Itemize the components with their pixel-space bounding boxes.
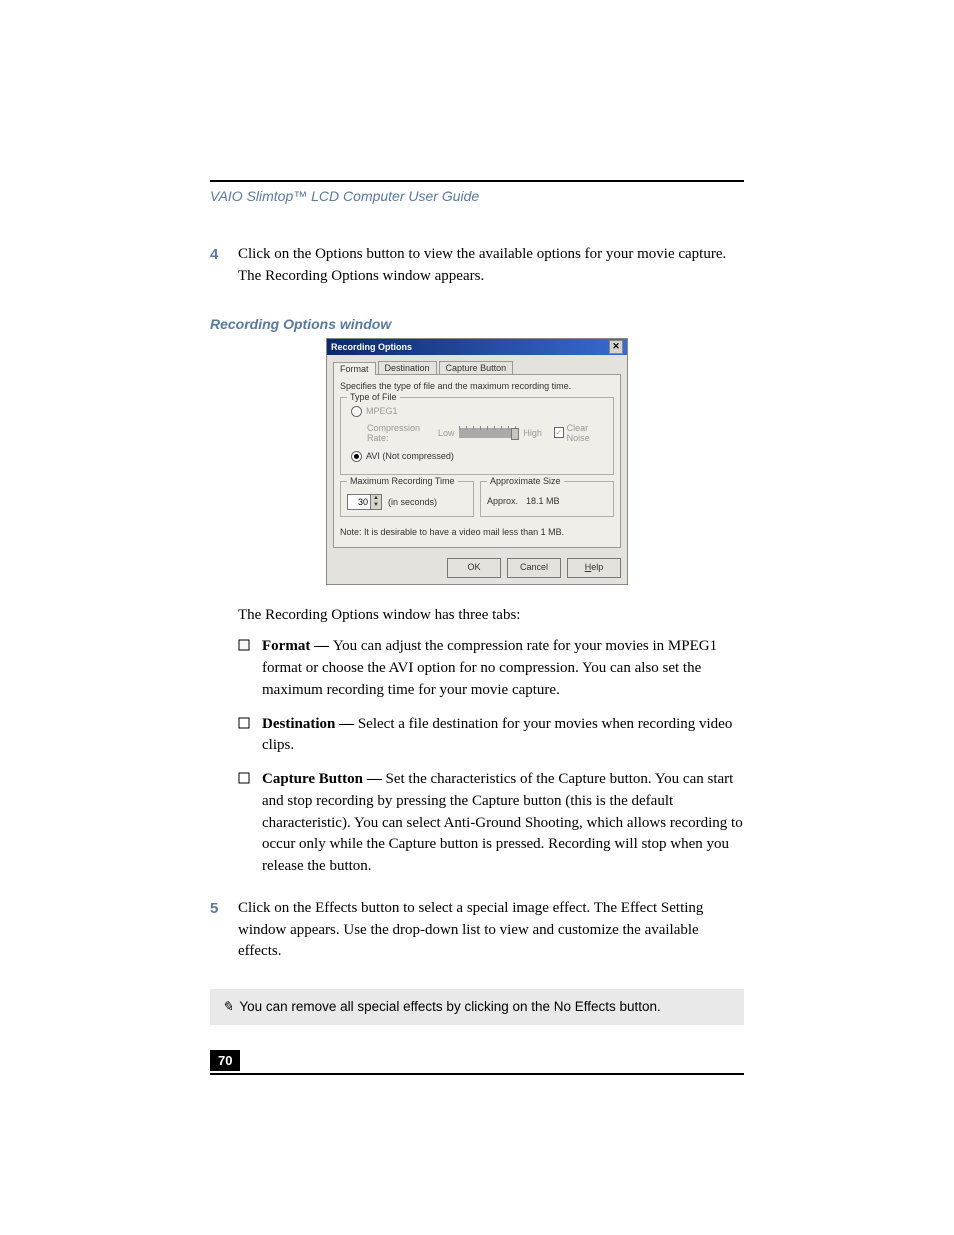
info-note-text: You can remove all special effects by cl… [239, 999, 661, 1014]
compression-high: High [523, 428, 542, 438]
compression-label: Compression Rate: [367, 423, 434, 443]
bullet-format-title: Format — [262, 638, 333, 654]
clear-noise-checkbox[interactable]: ✓ [554, 427, 564, 438]
radio-mpeg1[interactable] [351, 406, 362, 417]
compression-row: Compression Rate: Low High ✓ Clear Noise [367, 423, 607, 443]
tab-capture-button[interactable]: Capture Button [439, 361, 514, 374]
bottom-rule [210, 1073, 744, 1075]
list-item: Destination — Select a file destination … [238, 714, 744, 758]
recording-options-dialog: Recording Options ✕ Format Destination C… [326, 338, 628, 585]
radio-avi-row[interactable]: AVI (Not compressed) [351, 451, 607, 462]
bullet-icon [238, 714, 262, 758]
top-rule [210, 180, 744, 182]
bullet-destination-title: Destination — [262, 716, 358, 732]
screenshot-caption: Recording Options window [210, 316, 744, 332]
spinner-up-icon[interactable]: ▲ [370, 495, 381, 502]
bullet-capture-title: Capture Button — [262, 771, 386, 787]
close-icon[interactable]: ✕ [609, 340, 623, 354]
radio-avi-label: AVI (Not compressed) [366, 451, 454, 461]
list-item: Capture Button — Set the characteristics… [238, 769, 744, 878]
cancel-button[interactable]: Cancel [507, 558, 561, 578]
list-item: Format — You can adjust the compression … [238, 636, 744, 701]
page-footer: 70 [210, 1050, 744, 1075]
slider-thumb-icon[interactable] [511, 428, 519, 440]
dialog-titlebar: Recording Options ✕ [327, 339, 627, 355]
clear-noise-row[interactable]: ✓ Clear Noise [554, 423, 607, 443]
step-5-number: 5 [210, 898, 238, 963]
radio-mpeg1-label: MPEG1 [366, 406, 398, 416]
radio-avi[interactable] [351, 451, 362, 462]
format-description: Specifies the type of file and the maxim… [340, 381, 614, 391]
group-label-type: Type of File [347, 392, 400, 402]
guide-title: VAIO Slimtop™ LCD Computer User Guide [210, 188, 744, 204]
radio-mpeg1-row[interactable]: MPEG1 [351, 406, 607, 417]
tab-destination[interactable]: Destination [378, 361, 437, 374]
tabstrip: Format Destination Capture Button [333, 361, 621, 375]
info-note-box: ✎ You can remove all special effects by … [210, 989, 744, 1025]
dialog-title: Recording Options [331, 342, 609, 352]
approx-prefix: Approx. [487, 496, 518, 506]
page-number: 70 [210, 1050, 240, 1071]
group-label-approx: Approximate Size [487, 476, 564, 486]
step-5-text: Click on the Effects button to select a … [238, 898, 744, 963]
step-4-text: Click on the Options button to view the … [238, 244, 744, 288]
group-label-maxrec: Maximum Recording Time [347, 476, 458, 486]
step-5: 5 Click on the Effects button to select … [210, 898, 744, 963]
group-max-recording: Maximum Recording Time ▲ ▼ (in seconds) [340, 481, 474, 517]
bullet-icon [238, 636, 262, 701]
approx-value: 18.1 MB [526, 496, 560, 506]
compression-low: Low [438, 428, 455, 438]
size-note: Note: It is desirable to have a video ma… [340, 527, 614, 537]
tab-panel-format: Specifies the type of file and the maxim… [333, 375, 621, 548]
tab-format[interactable]: Format [333, 362, 376, 375]
max-recording-value[interactable] [348, 495, 370, 509]
group-type-of-file: Type of File MPEG1 Compression Rate: Low… [340, 397, 614, 475]
step-4-number: 4 [210, 244, 238, 288]
dialog-button-row: OK Cancel Help [327, 554, 627, 584]
help-button[interactable]: Help [567, 558, 621, 578]
ok-button[interactable]: OK [447, 558, 501, 578]
max-recording-spinner[interactable]: ▲ ▼ [347, 494, 382, 510]
bullet-list: Format — You can adjust the compression … [238, 636, 744, 878]
group-approx-size: Approximate Size Approx. 18.1 MB [480, 481, 614, 517]
tabs-intro-paragraph: The Recording Options window has three t… [238, 605, 744, 627]
step-4: 4 Click on the Options button to view th… [210, 244, 744, 288]
pencil-icon: ✎ [222, 999, 233, 1015]
clear-noise-label: Clear Noise [567, 423, 607, 443]
max-recording-unit: (in seconds) [388, 497, 437, 507]
compression-slider[interactable] [459, 428, 520, 438]
spinner-down-icon[interactable]: ▼ [370, 502, 381, 509]
bullet-icon [238, 769, 262, 878]
